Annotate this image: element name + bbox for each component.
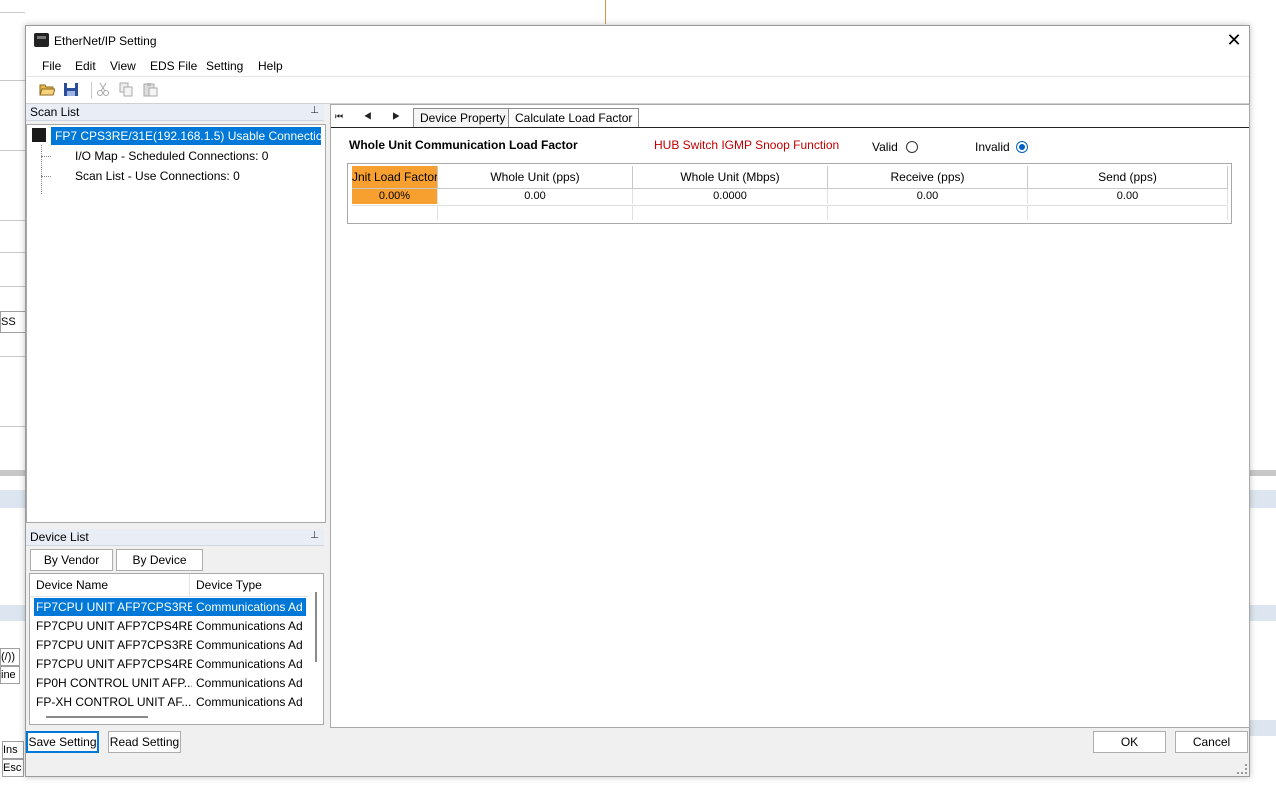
- menu-edit[interactable]: Edit: [75, 59, 96, 73]
- device-row[interactable]: FP7CPU UNIT AFP7CPS4RE... Communications…: [34, 617, 306, 635]
- background-cell: (/)): [0, 648, 20, 666]
- tab-by-vendor[interactable]: By Vendor: [30, 549, 113, 571]
- window-title: EtherNet/IP Setting: [54, 34, 157, 48]
- receive-pps-value: 0.00: [828, 189, 1028, 204]
- scan-list-title: Scan List: [30, 105, 80, 119]
- tab-device-property[interactable]: Device Property: [413, 108, 513, 128]
- device-row[interactable]: FP0H CONTROL UNIT AFP... Communications …: [34, 674, 306, 692]
- app-icon: [34, 33, 49, 47]
- ok-button[interactable]: OK: [1093, 731, 1166, 753]
- valid-radio[interactable]: [906, 141, 918, 153]
- invalid-radio[interactable]: [1016, 141, 1028, 153]
- paste-icon[interactable]: [142, 82, 158, 97]
- save-setting-button[interactable]: Save Setting: [26, 731, 99, 753]
- column-receive-pps: Receive (pps): [828, 166, 1028, 189]
- menu-eds-file[interactable]: EDS File: [150, 59, 197, 73]
- whole-unit-mbps-value: 0.0000: [633, 189, 828, 204]
- device-name: FP0H CONTROL UNIT AFP...: [36, 676, 192, 690]
- device-name: FP-XH CONTROL UNIT AF...: [36, 695, 192, 709]
- device-name: FP7CPU UNIT AFP7CPS3RE...: [36, 600, 192, 614]
- toolbar-separator: [91, 82, 92, 99]
- unit-load-factor-value: 0.00%: [352, 189, 438, 204]
- background-status-esc: Esc: [2, 759, 24, 777]
- scan-list-tree: FP7 CPS3RE/31E(192.168.1.5) Usable Conne…: [26, 124, 326, 538]
- tab-calculate-load-factor[interactable]: Calculate Load Factor: [508, 108, 640, 128]
- device-name: FP7CPU UNIT AFP7CPS4RE...: [36, 657, 192, 671]
- scan-list-header: Scan List ⊥: [26, 104, 324, 121]
- whole-unit-pps-value: 0.00: [438, 189, 633, 204]
- device-name: FP7CPU UNIT AFP7CPS4RE...: [36, 619, 192, 633]
- copy-icon[interactable]: [118, 82, 134, 97]
- tree-node-io-map[interactable]: I/O Map - Scheduled Connections: 0: [75, 149, 268, 163]
- device-row[interactable]: FP7CPU UNIT AFP7CPS4RE... Communications…: [34, 655, 306, 673]
- background-status-ins: Ins: [2, 741, 24, 759]
- tree-connector: [41, 156, 51, 157]
- menu-bar: File Edit View EDS File Setting Help: [26, 56, 1249, 77]
- horizontal-scrollbar[interactable]: [46, 716, 148, 718]
- save-icon[interactable]: [63, 82, 79, 97]
- device-list-header-row: Device Name Device Type: [30, 574, 308, 597]
- tree-root-node[interactable]: FP7 CPS3RE/31E(192.168.1.5) Usable Conne…: [51, 127, 321, 145]
- column-unit-load-factor: Jnit Load Factor: [352, 166, 438, 189]
- menu-setting[interactable]: Setting: [206, 59, 243, 73]
- column-device-name[interactable]: Device Name: [36, 578, 108, 592]
- cancel-button[interactable]: Cancel: [1175, 731, 1248, 753]
- open-folder-icon[interactable]: [39, 82, 55, 97]
- tree-connector: [41, 145, 42, 194]
- close-button[interactable]: ✕: [1219, 26, 1249, 56]
- toolbar: [26, 77, 1249, 104]
- device-list-table: Device Name Device Type FP7CPU UNIT AFP7…: [29, 573, 324, 725]
- device-row[interactable]: FP7CPU UNIT AFP7CPS3RE... Communications…: [34, 598, 306, 616]
- device-row[interactable]: FP-XH CONTROL UNIT AF... Communications …: [34, 693, 306, 711]
- hub-switch-label: HUB Switch IGMP Snoop Function: [654, 138, 840, 152]
- menu-view[interactable]: View: [110, 59, 136, 73]
- read-setting-button[interactable]: Read Setting: [108, 731, 181, 753]
- device-name: FP7CPU UNIT AFP7CPS3RE...: [36, 638, 192, 652]
- menu-help[interactable]: Help: [258, 59, 283, 73]
- load-factor-pane: ⏮ ◀ ▶ ⏭ Device Property Calculate Load F…: [330, 104, 1250, 728]
- device-type: Communications Ad: [196, 695, 303, 709]
- device-type: Communications Ad: [196, 619, 303, 633]
- pin-icon[interactable]: ⊥: [310, 530, 319, 541]
- device-list-title: Device List: [30, 530, 89, 544]
- valid-label: Valid: [872, 140, 898, 154]
- device-type: Communications Ad: [196, 676, 303, 690]
- tab-by-device[interactable]: By Device: [116, 549, 203, 571]
- section-title: Whole Unit Communication Load Factor: [349, 138, 578, 152]
- device-type: Communications Ad: [196, 657, 303, 671]
- column-send-pps: Send (pps): [1028, 166, 1228, 189]
- plc-unit-icon: [32, 128, 46, 142]
- tree-node-scan-list[interactable]: Scan List - Use Connections: 0: [75, 169, 240, 183]
- column-whole-unit-pps: Whole Unit (pps): [438, 166, 633, 189]
- column-device-type[interactable]: Device Type: [196, 578, 262, 592]
- resize-grip-icon[interactable]: [1237, 764, 1247, 774]
- invalid-label: Invalid: [975, 140, 1010, 154]
- menu-file[interactable]: File: [42, 59, 61, 73]
- pin-icon[interactable]: ⊥: [310, 105, 319, 116]
- tree-connector: [41, 176, 51, 177]
- background-cell: SS: [0, 311, 26, 333]
- column-whole-unit-mbps: Whole Unit (Mbps): [633, 166, 828, 189]
- ethernet-ip-setting-dialog: EtherNet/IP Setting ✕ File Edit View EDS…: [25, 25, 1250, 777]
- background-cell: ine: [0, 666, 20, 684]
- send-pps-value: 0.00: [1028, 189, 1228, 204]
- device-list-header: Device List ⊥: [26, 529, 324, 546]
- cut-icon[interactable]: [95, 82, 111, 97]
- device-row[interactable]: FP7CPU UNIT AFP7CPS3RE... Communications…: [34, 636, 306, 654]
- load-factor-table: Jnit Load Factor Whole Unit (pps) Whole …: [347, 163, 1232, 224]
- title-bar: EtherNet/IP Setting ✕: [26, 26, 1249, 56]
- device-type: Communications Ad: [196, 600, 303, 614]
- vertical-scrollbar[interactable]: [315, 592, 317, 662]
- device-type: Communications Ad: [196, 638, 303, 652]
